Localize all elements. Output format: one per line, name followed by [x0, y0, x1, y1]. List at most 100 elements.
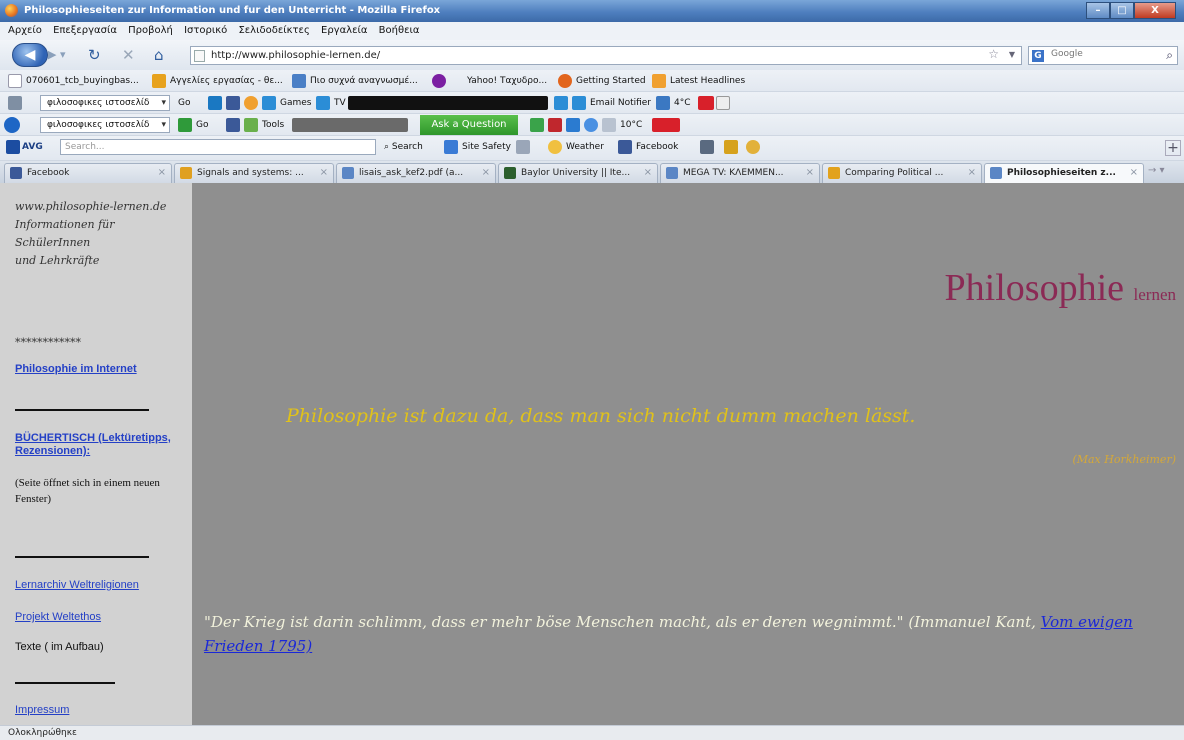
- tab-close-icon[interactable]: ×: [320, 164, 328, 182]
- bookmark-item[interactable]: Getting Started: [576, 74, 646, 89]
- avg-logo[interactable]: AVG: [22, 140, 43, 155]
- page-icon: [194, 50, 205, 62]
- tab-close-icon[interactable]: ×: [158, 164, 166, 182]
- youtube-icon[interactable]: [208, 96, 222, 110]
- kant-quote-text: "Der Krieg ist darin schlimm, dass er me…: [204, 613, 1036, 631]
- ask-question-button[interactable]: Ask a Question: [420, 115, 518, 135]
- link-philosophie-internet[interactable]: Philosophie im Internet: [15, 363, 137, 375]
- bookmark-folder-icon: [152, 74, 166, 88]
- games-button[interactable]: Games: [280, 96, 311, 111]
- media-icon[interactable]: [548, 118, 562, 132]
- chat-icon[interactable]: [746, 140, 760, 154]
- url-dropdown-icon[interactable]: ▼: [1009, 50, 1015, 59]
- url-text[interactable]: http://www.philosophie-lernen.de/: [211, 50, 380, 61]
- weather-icon: [656, 96, 670, 110]
- menu-bookmarks[interactable]: Σελιδοδείκτες: [234, 22, 313, 36]
- temperature-readout[interactable]: 10°C: [620, 118, 642, 133]
- go-button[interactable]: Go: [196, 118, 208, 133]
- media-player-widget[interactable]: [292, 118, 408, 132]
- link-lernarchiv[interactable]: Lernarchiv Weltreligionen: [15, 579, 139, 591]
- tab-philosophie[interactable]: Philosophieseiten z... ×: [984, 163, 1144, 183]
- tv-button[interactable]: TV: [334, 96, 346, 111]
- chat-icon[interactable]: [244, 96, 258, 110]
- edit-icon[interactable]: [724, 140, 738, 154]
- link-weltethos[interactable]: Projekt Weltethos: [15, 611, 101, 623]
- toolbar-search-select[interactable]: φιλοσοφικες ιστοσελίδ: [40, 117, 170, 133]
- bookmark-item[interactable]: Latest Headlines: [670, 74, 745, 89]
- tools-button[interactable]: Tools: [262, 118, 284, 133]
- tab-political[interactable]: Comparing Political ... ×: [822, 163, 982, 183]
- facebook-button[interactable]: Facebook: [636, 140, 678, 155]
- bookmark-feed-icon: [292, 74, 306, 88]
- avg-search-button[interactable]: ⌕ Search: [384, 140, 423, 155]
- tab-pdf[interactable]: lisais_ask_kef2.pdf (a... ×: [336, 163, 496, 183]
- menu-history[interactable]: Ιστορικό: [180, 22, 231, 36]
- search-icon[interactable]: ⌕: [1166, 48, 1173, 63]
- cb-icon[interactable]: [698, 96, 714, 110]
- signals-icon: [180, 167, 192, 179]
- weather-button[interactable]: Weather: [566, 140, 604, 155]
- settings-icon[interactable]: [716, 96, 730, 110]
- tab-baylor[interactable]: Baylor University || Ite... ×: [498, 163, 658, 183]
- tab-scroll-arrows[interactable]: → ▾: [1148, 165, 1184, 181]
- close-button[interactable]: X: [1134, 2, 1176, 19]
- tab-close-icon[interactable]: ×: [482, 164, 490, 182]
- tab-megatv[interactable]: MEGA TV: ΚΛΕΜΜΕΝ... ×: [660, 163, 820, 183]
- radio-icon[interactable]: [554, 96, 568, 110]
- maximize-button[interactable]: □: [1110, 2, 1134, 19]
- search-box[interactable]: G ⌕: [1028, 46, 1178, 65]
- tab-facebook[interactable]: Facebook ×: [4, 163, 172, 183]
- tab-close-icon[interactable]: ×: [806, 164, 814, 182]
- bookmark-page-icon: [8, 74, 22, 88]
- games-icon: [262, 96, 276, 110]
- tab-close-icon[interactable]: ×: [968, 164, 976, 182]
- bookmark-star-icon[interactable]: ☆: [988, 47, 999, 61]
- weather-icon: [548, 140, 562, 154]
- search-icon: [666, 167, 678, 179]
- forward-button[interactable]: ▶ ▾: [48, 47, 70, 63]
- trash-icon[interactable]: [516, 140, 530, 154]
- bookmark-item[interactable]: Πιο συχνά αναγνωσμέ...: [310, 74, 418, 89]
- add-button[interactable]: +: [1165, 140, 1181, 156]
- reload-icon[interactable]: ↻: [88, 46, 101, 64]
- search-icon[interactable]: [566, 118, 580, 132]
- facebook-icon[interactable]: [226, 118, 240, 132]
- google-engine-icon[interactable]: G: [1032, 50, 1044, 62]
- email-notifier-button[interactable]: Email Notifier: [590, 96, 651, 111]
- tab-label: Comparing Political ...: [845, 168, 944, 178]
- tab-label: lisais_ask_kef2.pdf (a...: [359, 168, 464, 178]
- skype-icon[interactable]: [584, 118, 598, 132]
- media-player-widget[interactable]: [348, 96, 548, 110]
- search-input[interactable]: [1051, 49, 1156, 59]
- go-button[interactable]: Go: [178, 96, 190, 111]
- tab-close-icon[interactable]: ×: [644, 164, 652, 182]
- avg-search-input[interactable]: Search...: [60, 139, 376, 155]
- url-bar[interactable]: http://www.philosophie-lernen.de/ ☆ ▼: [190, 46, 1022, 65]
- site-safety-button[interactable]: Site Safety: [462, 140, 511, 155]
- cb-icon[interactable]: [652, 118, 680, 132]
- menu-file[interactable]: Αρχείο: [0, 22, 46, 36]
- minimize-button[interactable]: –: [1086, 2, 1110, 19]
- menu-view[interactable]: Προβολή: [124, 22, 177, 36]
- tab-label: MEGA TV: ΚΛΕΜΜΕΝ...: [683, 168, 784, 178]
- toolbar-search-select[interactable]: φιλοσοφικες ιστοσελίδ: [40, 95, 170, 111]
- bookmark-item[interactable]: 070601_tcb_buyingbas...: [26, 74, 139, 89]
- menu-tools[interactable]: Εργαλεία: [317, 22, 371, 36]
- back-button[interactable]: ◀: [12, 43, 48, 67]
- grid-icon[interactable]: [700, 140, 714, 154]
- avg-toolbar: AVG Search... ⌕ Search Site Safety Weath…: [0, 136, 1184, 161]
- temperature-readout[interactable]: 4°C: [674, 96, 691, 111]
- stop-icon[interactable]: ✕: [122, 46, 135, 64]
- tab-signals[interactable]: Signals and systems: ... ×: [174, 163, 334, 183]
- menu-edit[interactable]: Επεξεργασία: [49, 22, 121, 36]
- bookmark-item[interactable]: Αγγελίες εργασίας - θε...: [170, 74, 283, 89]
- home-icon[interactable]: ⌂: [154, 46, 164, 64]
- tab-close-icon[interactable]: ×: [1130, 164, 1138, 182]
- menu-help[interactable]: Βοήθεια: [375, 22, 424, 36]
- link-buechertisch[interactable]: BÜCHERTISCH (Lektüretipps, Rezensionen):: [15, 432, 190, 458]
- check-icon[interactable]: [530, 118, 544, 132]
- getting-started-icon: [558, 74, 572, 88]
- bookmark-item[interactable]: Yahoo! Ταχυδρο...: [467, 74, 547, 89]
- link-impressum[interactable]: Impressum: [15, 704, 69, 716]
- facebook-icon[interactable]: [226, 96, 240, 110]
